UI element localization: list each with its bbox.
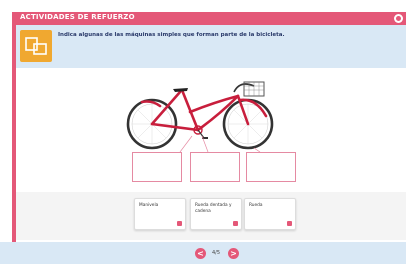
- answer-card-label: Manivela: [139, 203, 159, 208]
- instruction-bar: Indica algunas de las máquinas simples q…: [16, 25, 406, 68]
- pagination-bar: < 4/5 >: [0, 242, 406, 264]
- plus-icon[interactable]: [177, 221, 182, 226]
- activity-window: ACTIVIDADES DE REFUERZO Indica algunas d…: [0, 0, 406, 242]
- instruction-text: Indica algunas de las máquinas simples q…: [58, 32, 285, 38]
- answer-card-manivela[interactable]: Manivela: [134, 198, 186, 230]
- answer-card-label: Rueda: [249, 203, 263, 208]
- previous-page-button[interactable]: <: [195, 248, 206, 259]
- answer-card-label: Rueda dentada y cadena: [195, 203, 232, 214]
- plus-icon[interactable]: [287, 221, 292, 226]
- plus-icon[interactable]: [233, 221, 238, 226]
- drop-zone-3[interactable]: [246, 152, 296, 182]
- title-bar: ACTIVIDADES DE REFUERZO: [12, 12, 406, 25]
- drop-zone-1[interactable]: [132, 152, 182, 182]
- bicycle-image: [126, 81, 274, 152]
- next-page-button[interactable]: >: [228, 248, 239, 259]
- drop-zone-2[interactable]: [190, 152, 240, 182]
- page-indicator: 4/5: [212, 250, 221, 256]
- window-title: ACTIVIDADES DE REFUERZO: [20, 13, 135, 21]
- answer-card-rueda-dentada[interactable]: Rueda dentada y cadena: [190, 198, 242, 230]
- close-icon[interactable]: [394, 14, 403, 23]
- activity-icon: [20, 30, 52, 62]
- answer-card-rueda[interactable]: Rueda: [244, 198, 296, 230]
